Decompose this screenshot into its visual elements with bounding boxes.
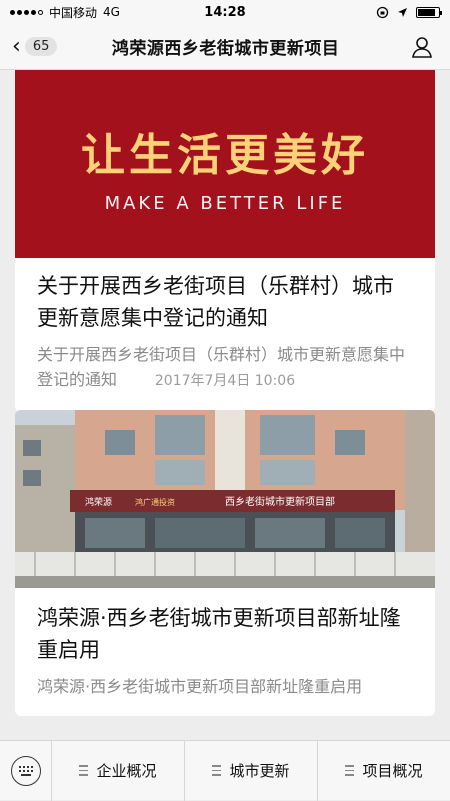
article-cover-banner: 让生活更美好 MAKE A BETTER LIFE bbox=[15, 70, 435, 258]
article-card[interactable]: 鸿荣源 鸿广通投资 西乡老街城市更新项目部 鸿荣源·西乡老街城市更新项目部新址隆… bbox=[15, 410, 435, 716]
rotation-lock-icon bbox=[376, 6, 389, 18]
menu-icon bbox=[345, 765, 355, 776]
message-timestamp: 2017年7月4日 10:06 bbox=[154, 373, 296, 389]
article-title[interactable]: 鸿荣源·西乡老街城市更新项目部新址隆重启用 bbox=[15, 588, 435, 666]
banner-slogan-en: MAKE A BETTER LIFE bbox=[104, 193, 346, 214]
location-icon bbox=[398, 7, 407, 17]
menu-tab-label: 城市更新 bbox=[229, 762, 290, 780]
menu-tab-project[interactable]: 项目概况 bbox=[318, 741, 450, 801]
unread-count-badge: 65 bbox=[24, 37, 58, 56]
status-time: 14:28 bbox=[204, 4, 246, 20]
article-title[interactable]: 关于开展西乡老街项目（乐群村）城市更新意愿集中登记的通知 bbox=[15, 258, 435, 334]
keyboard-toggle-button[interactable] bbox=[0, 740, 52, 801]
network-label: 4G bbox=[103, 5, 120, 19]
page-title: 鸿荣源西乡老街城市更新项目 bbox=[111, 39, 340, 59]
message-list[interactable]: 让生活更美好 MAKE A BETTER LIFE 关于开展西乡老街项目（乐群村… bbox=[0, 70, 450, 740]
office-building-photo: 鸿荣源 鸿广通投资 西乡老街城市更新项目部 bbox=[15, 410, 435, 588]
back-button[interactable]: ‹ 65 bbox=[12, 33, 58, 59]
chevron-left-icon: ‹ bbox=[12, 33, 21, 59]
menu-tab-urban-renewal[interactable]: 城市更新 bbox=[185, 740, 318, 801]
profile-button[interactable] bbox=[402, 27, 442, 67]
status-left: 中国移动 4G bbox=[10, 4, 160, 21]
photo-sign-left: 鸿荣源 bbox=[85, 496, 112, 508]
bottom-menu-bar: 企业概况 城市更新 项目概况 bbox=[0, 740, 450, 801]
menu-icon bbox=[79, 765, 89, 776]
menu-icon bbox=[212, 765, 222, 776]
article-card[interactable]: 让生活更美好 MAKE A BETTER LIFE 关于开展西乡老街项目（乐群村… bbox=[15, 70, 435, 412]
banner-slogan: 让生活更美好 bbox=[81, 130, 369, 181]
menu-tab-label: 企业概况 bbox=[96, 762, 157, 780]
signal-icon bbox=[10, 9, 43, 15]
menu-tab-label: 项目概况 bbox=[362, 762, 423, 780]
nav-bar: ‹ 65 鸿荣源西乡老街城市更新项目 bbox=[0, 24, 450, 70]
carrier-label: 中国移动 bbox=[49, 5, 98, 20]
keyboard-icon bbox=[10, 755, 41, 786]
person-icon bbox=[412, 36, 432, 58]
photo-sign-main: 西乡老街城市更新项目部 bbox=[225, 495, 335, 508]
menu-tab-company[interactable]: 企业概况 bbox=[52, 740, 185, 801]
article-cover-photo: 鸿荣源 鸿广通投资 西乡老街城市更新项目部 bbox=[15, 410, 435, 588]
battery-icon bbox=[416, 6, 442, 18]
status-bar: 中国移动 4G 14:28 bbox=[0, 0, 450, 24]
status-right bbox=[290, 6, 442, 19]
article-digest: 鸿荣源·西乡老街城市更新项目部新址隆重启用 bbox=[37, 677, 363, 696]
photo-sign-mid: 鸿广通投资 bbox=[135, 497, 175, 507]
